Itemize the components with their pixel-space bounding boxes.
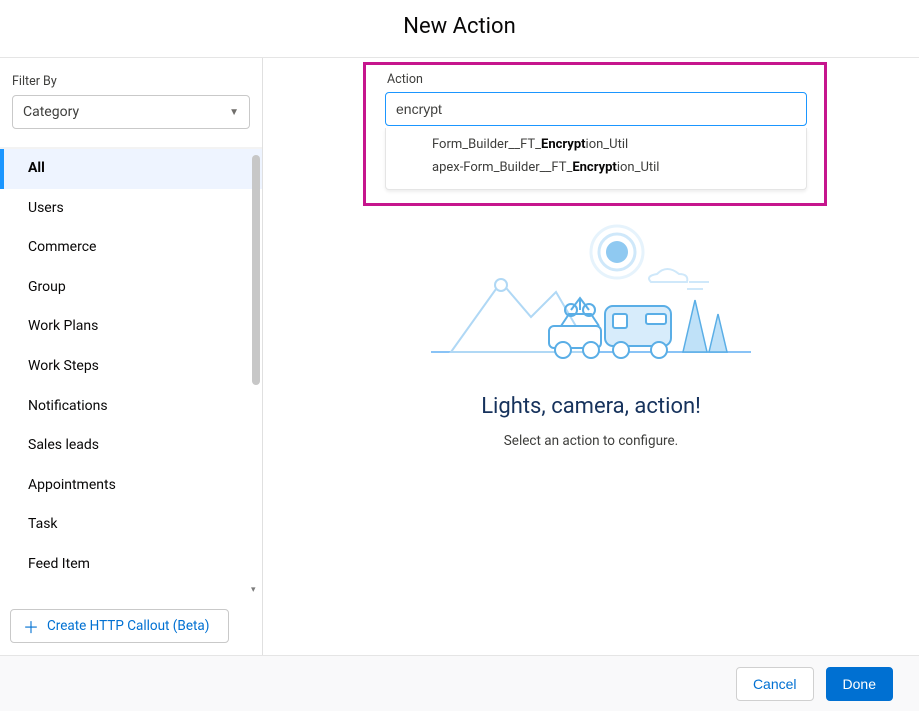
sidebar-item-group[interactable]: Group xyxy=(0,268,262,308)
create-http-callout-button[interactable]: ＋ Create HTTP Callout (Beta) xyxy=(10,609,229,643)
filter-category-select[interactable]: Category ▼ xyxy=(12,95,250,129)
action-suggestion-0[interactable]: Form_Builder__FT_Encryption_Util xyxy=(386,134,806,157)
cancel-button[interactable]: Cancel xyxy=(736,667,814,701)
empty-state: Lights, camera, action! Select an action… xyxy=(411,222,771,449)
sidebar-item-feed-item[interactable]: Feed Item xyxy=(0,545,262,585)
empty-state-subtitle: Select an action to configure. xyxy=(411,433,771,449)
empty-state-title: Lights, camera, action! xyxy=(411,394,771,419)
category-list: AllUsersCommerceGroupWork PlansWork Step… xyxy=(0,147,262,599)
sidebar-item-work-steps[interactable]: Work Steps xyxy=(0,347,262,387)
filter-select-value: Category xyxy=(23,104,79,120)
sidebar-item-appointments[interactable]: Appointments xyxy=(0,466,262,506)
sidebar-item-notifications[interactable]: Notifications xyxy=(0,387,262,427)
chevron-down-icon: ▼ xyxy=(229,107,239,118)
scroll-down-icon[interactable]: ▾ xyxy=(251,585,256,595)
done-button[interactable]: Done xyxy=(826,667,893,701)
action-field-label: Action xyxy=(387,72,423,87)
sidebar-item-all[interactable]: All xyxy=(0,149,262,189)
scrollbar[interactable]: ▾ xyxy=(252,155,260,593)
empty-state-illustration xyxy=(421,222,761,372)
http-callout-label: Create HTTP Callout (Beta) xyxy=(47,618,209,634)
action-suggestions: Form_Builder__FT_Encryption_Utilapex-For… xyxy=(385,128,807,190)
sidebar-item-commerce[interactable]: Commerce xyxy=(0,228,262,268)
sidebar-item-sales-leads[interactable]: Sales leads xyxy=(0,426,262,466)
scrollbar-thumb[interactable] xyxy=(252,155,260,385)
modal-footer: Cancel Done xyxy=(0,655,919,711)
filter-by-label: Filter By xyxy=(0,74,262,95)
action-suggestion-1[interactable]: apex-Form_Builder__FT_Encryption_Util xyxy=(386,157,806,180)
plus-icon: ＋ xyxy=(23,614,39,638)
sidebar-item-users[interactable]: Users xyxy=(0,189,262,229)
sidebar-item-work-plans[interactable]: Work Plans xyxy=(0,307,262,347)
main-panel: Action Form_Builder__FT_Encryption_Utila… xyxy=(263,58,919,655)
sidebar-item-task[interactable]: Task xyxy=(0,505,262,545)
action-search-input[interactable] xyxy=(385,92,807,126)
sidebar: Filter By Category ▼ AllUsersCommerceGro… xyxy=(0,58,263,655)
modal-title: New Action xyxy=(0,0,919,57)
